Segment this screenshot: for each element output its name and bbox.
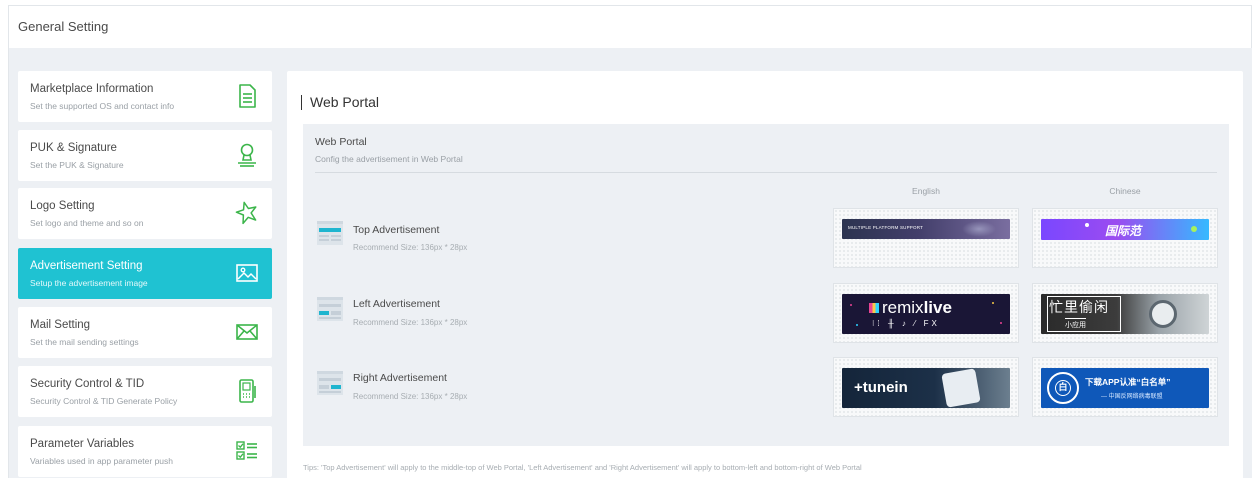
stamp-icon: [238, 143, 256, 167]
ad-label: Right Advertisement: [353, 372, 447, 384]
divider: [315, 172, 1217, 173]
ad-size-hint: Recommend Size: 136px * 28px: [353, 392, 468, 401]
web-portal-panel: Web Portal Web Portal Config the adverti…: [287, 71, 1243, 488]
top-header: General Setting: [8, 5, 1252, 48]
config-desc: Config the advertisement in Web Portal: [315, 154, 463, 164]
banner-text: 忙里偷闲: [1049, 299, 1109, 315]
sidebar-item-desc: Variables used in app parameter push: [30, 456, 174, 466]
banner-subtext: 小应用: [1065, 318, 1086, 330]
section-heading: Web Portal: [301, 95, 379, 110]
top-ad-english-image[interactable]: MULTIPLE PLATFORM SUPPORT: [833, 208, 1019, 268]
sidebar-item-label: Mail Setting: [30, 319, 91, 331]
ad-size-hint: Recommend Size: 136px * 28px: [353, 318, 468, 327]
sidebar-item-desc: Set logo and theme and so on: [30, 218, 144, 228]
sidebar-item-marketplace-information[interactable]: Marketplace Information Set the supporte…: [18, 71, 272, 122]
right-ad-chinese-image[interactable]: 白 下载APP认准“白名单” — 中国反网络病毒联盟: [1032, 357, 1218, 417]
coffee-cup-image: [1149, 300, 1177, 328]
banner-subtext: ⁝⁞ ╫ ♪ ⁄ FX: [872, 319, 940, 328]
tips-text: Tips: 'Top Advertisement' will apply to …: [303, 463, 862, 472]
banner-subtext: — 中国反网络病毒联盟: [1101, 394, 1163, 400]
column-header-english: English: [912, 186, 940, 196]
top-ad-chinese-image[interactable]: 国际范: [1032, 208, 1218, 268]
sidebar-item-label: Parameter Variables: [30, 438, 134, 450]
banner-text: remixlive: [882, 298, 952, 317]
sidebar-item-desc: Set the mail sending settings: [30, 337, 139, 347]
right-ad-layout-icon: [317, 371, 343, 395]
terminal-icon: [239, 379, 256, 403]
star-icon: [235, 201, 257, 225]
sidebar-item-label: Advertisement Setting: [30, 260, 143, 272]
sidebar-item-logo-setting[interactable]: Logo Setting Set logo and theme and so o…: [18, 188, 272, 239]
sidebar-item-mail-setting[interactable]: Mail Setting Set the mail sending settin…: [18, 307, 272, 358]
sidebar-item-desc: Setup the advertisement image: [30, 278, 148, 288]
ad-label: Top Advertisement: [353, 224, 440, 236]
sidebar-item-desc: Security Control & TID Generate Policy: [30, 396, 178, 406]
whitelist-banner: 白 下载APP认准“白名单” — 中国反网络病毒联盟: [1041, 368, 1209, 408]
document-icon: [239, 84, 256, 108]
right-ad-english-image[interactable]: +tunein: [833, 357, 1019, 417]
left-ad-english-image[interactable]: remixlive ⁝⁞ ╫ ♪ ⁄ FX: [833, 283, 1019, 343]
sidebar-item-desc: Set the PUK & Signature: [30, 160, 124, 170]
banner-text: 下载APP认准“白名单”: [1085, 377, 1171, 387]
column-header-chinese: Chinese: [1109, 186, 1141, 196]
remixlive-banner: remixlive ⁝⁞ ╫ ♪ ⁄ FX: [842, 294, 1010, 334]
checklist-icon: [236, 441, 257, 460]
multi-platform-banner: MULTIPLE PLATFORM SUPPORT: [842, 219, 1010, 239]
sidebar-item-label: Security Control & TID: [30, 378, 145, 390]
mail-icon: [236, 324, 258, 340]
sidebar-item-label: Logo Setting: [30, 200, 95, 212]
phone-image: [941, 368, 981, 408]
top-ad-layout-icon: [317, 221, 343, 245]
config-title: Web Portal: [315, 136, 367, 148]
sidebar-item-advertisement-setting[interactable]: Advertisement Setting Setup the advertis…: [18, 248, 272, 299]
cutoff-strip: [8, 478, 1252, 488]
banner-text: +tunein: [854, 379, 908, 396]
sidebar-item-label: PUK & Signature: [30, 142, 117, 154]
banner-text: MULTIPLE PLATFORM SUPPORT: [848, 225, 924, 230]
page-title: General Setting: [18, 19, 109, 34]
left-ad-layout-icon: [317, 297, 343, 321]
left-ad-chinese-image[interactable]: 忙里偷闲 小应用: [1032, 283, 1218, 343]
tunein-banner: +tunein: [842, 368, 1010, 408]
banner-text: 国际范: [1105, 224, 1142, 238]
sidebar-item-desc: Set the supported OS and contact info: [30, 101, 175, 111]
advertisement-config-box: Web Portal Config the advertisement in W…: [303, 124, 1229, 446]
chinese-leisure-banner: 忙里偷闲 小应用: [1041, 294, 1209, 334]
sidebar-item-label: Marketplace Information: [30, 83, 154, 95]
sidebar-item-security-control-tid[interactable]: Security Control & TID Security Control …: [18, 366, 272, 417]
sidebar-item-puk-signature[interactable]: PUK & Signature Set the PUK & Signature: [18, 130, 272, 181]
sidebar-item-parameter-variables[interactable]: Parameter Variables Variables used in ap…: [18, 426, 272, 477]
ad-label: Left Advertisement: [353, 298, 440, 310]
image-icon: [236, 264, 258, 282]
ad-size-hint: Recommend Size: 136px * 28px: [353, 243, 468, 252]
international-banner: 国际范: [1041, 219, 1209, 240]
seal-logo: 白: [1047, 372, 1079, 404]
